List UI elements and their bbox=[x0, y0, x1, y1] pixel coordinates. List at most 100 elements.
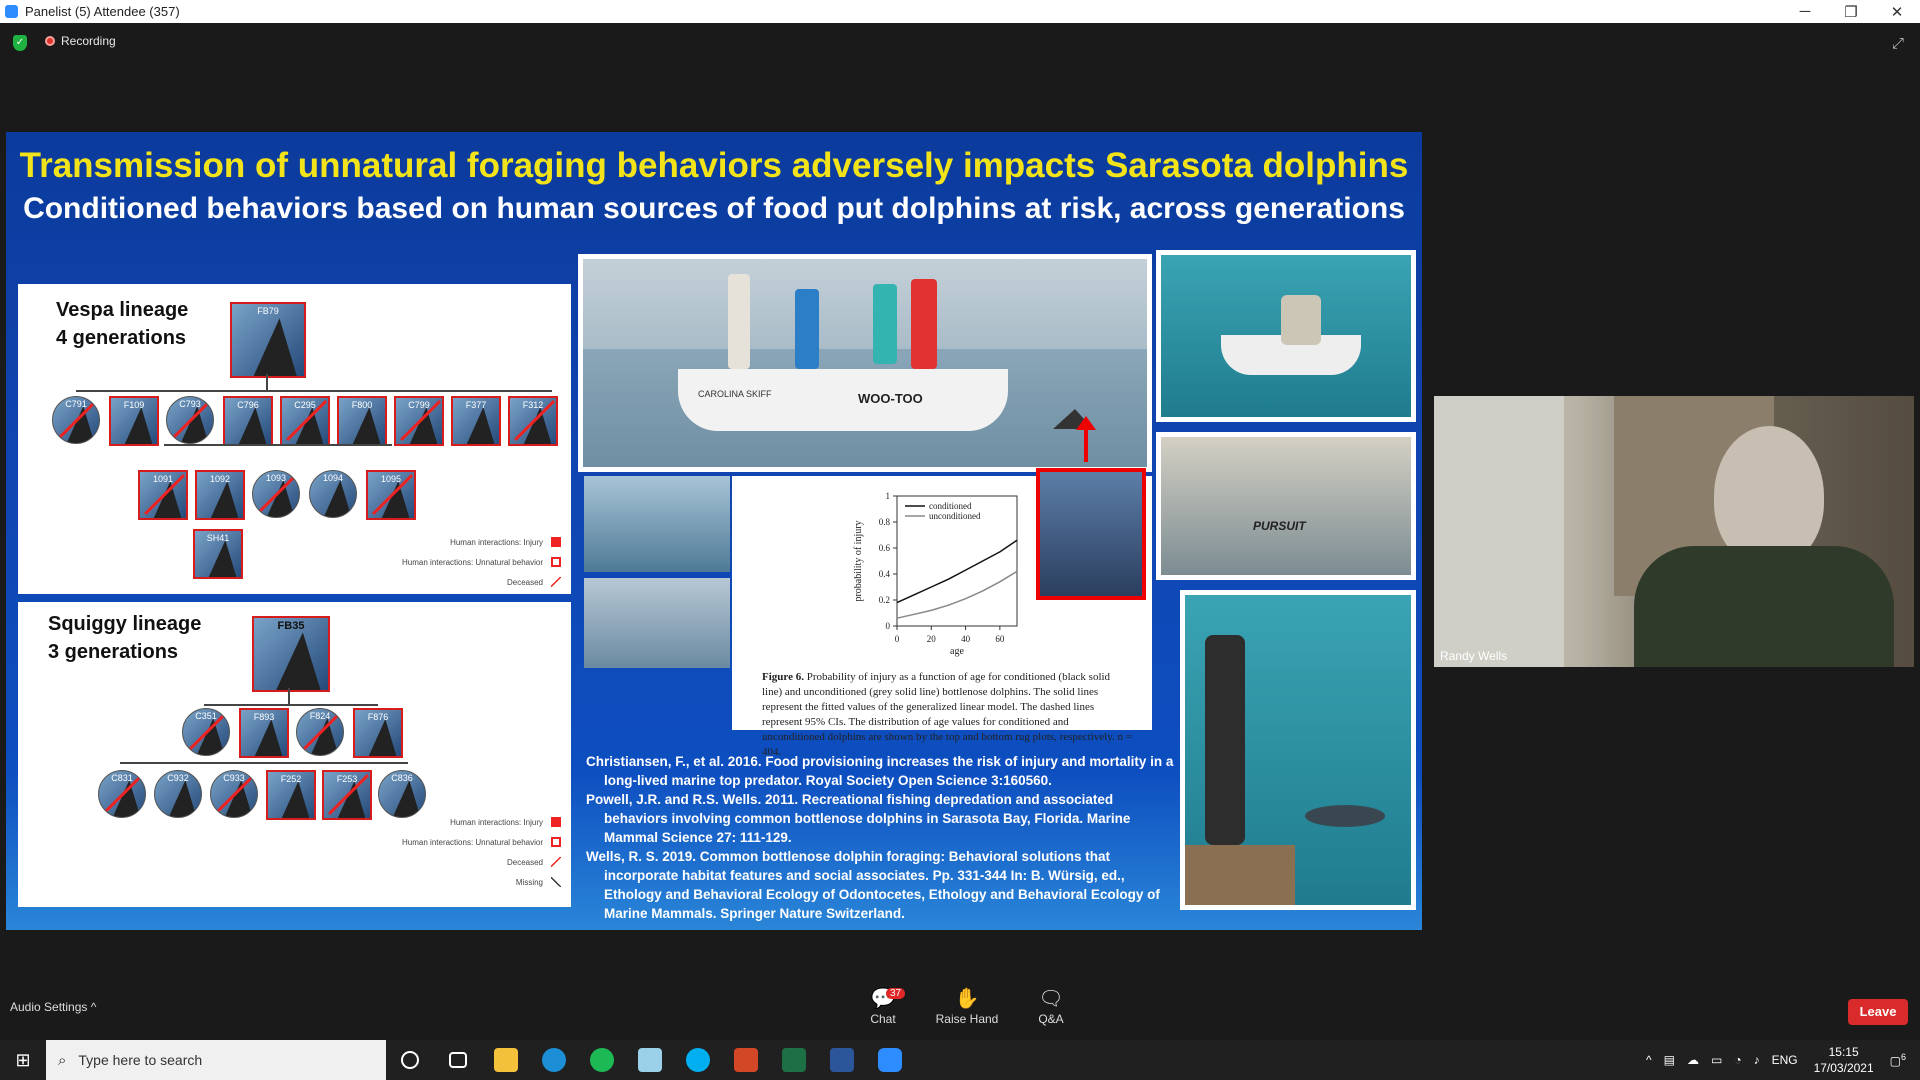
squiggy-legend: Human interactions: Injury Human interac… bbox=[361, 812, 561, 892]
fin-id: C932 bbox=[167, 773, 189, 783]
battery-icon[interactable]: ▭ bbox=[1711, 1053, 1722, 1067]
vespa-legend: Human interactions: Injury Human interac… bbox=[361, 532, 561, 592]
y-tick-label: 0 bbox=[886, 621, 891, 631]
lineage-fin: C351 bbox=[182, 708, 230, 756]
notepad-icon[interactable] bbox=[626, 1040, 674, 1080]
legend-label: Deceased bbox=[506, 577, 543, 587]
fullscreen-expand-icon[interactable]: ⤢ bbox=[1892, 35, 1904, 52]
spotify-icon[interactable] bbox=[578, 1040, 626, 1080]
restore-button[interactable]: ❐ bbox=[1828, 0, 1874, 23]
word-icon[interactable] bbox=[818, 1040, 866, 1080]
participant-video-tile[interactable]: Randy Wells bbox=[1434, 396, 1914, 667]
missing-slash-icon bbox=[551, 877, 561, 887]
taskbar-search-box[interactable]: ⌕ Type here to search bbox=[46, 1040, 386, 1080]
excel-icon[interactable] bbox=[770, 1040, 818, 1080]
wifi-icon[interactable]: ◔ bbox=[1734, 1053, 1741, 1067]
legend-label: conditioned bbox=[929, 501, 972, 511]
legend-item: Deceased bbox=[361, 572, 561, 592]
vespa-gen4-fin: SH41 bbox=[193, 529, 243, 579]
lineage-fin: C836 bbox=[378, 770, 426, 818]
legend-item: Missing bbox=[361, 872, 561, 892]
search-placeholder: Type here to search bbox=[78, 1052, 203, 1068]
onedrive-cloud-icon[interactable]: ☁ bbox=[1687, 1053, 1699, 1067]
tree-connector bbox=[204, 704, 378, 706]
network-icon[interactable]: ▤ bbox=[1664, 1053, 1675, 1067]
lineage-fin: 1092 bbox=[195, 470, 245, 520]
vespa-lineage-panel: Vespa lineage 4 generations FB79 C791 F10… bbox=[18, 284, 571, 594]
deceased-slash-icon bbox=[551, 577, 561, 587]
legend-label: Human interactions: Injury bbox=[450, 537, 543, 547]
chat-button[interactable]: 💬 37 Chat bbox=[848, 986, 918, 1026]
lineage-fin: C796 bbox=[223, 396, 273, 446]
fisherman-figure bbox=[873, 284, 897, 364]
system-tray: ^ ▤ ☁ ▭ ◔ ♪ ENG 15:15 17/03/2021 ▢6 bbox=[1640, 1040, 1920, 1080]
boat-photo-main: CAROLINA SKIFF WOO-TOO bbox=[578, 254, 1152, 472]
skype-icon[interactable] bbox=[674, 1040, 722, 1080]
pursuit-boat-label: PURSUIT bbox=[1253, 519, 1306, 533]
windows-start-icon[interactable]: ⊞ bbox=[0, 1040, 46, 1080]
volume-icon[interactable]: ♪ bbox=[1754, 1053, 1760, 1067]
boat-with-dolphin-photo bbox=[584, 578, 730, 668]
fin-id: F109 bbox=[123, 400, 145, 410]
fin-id: F893 bbox=[253, 712, 275, 722]
x-tick-label: 60 bbox=[995, 634, 1005, 644]
squiggy-title-line2: 3 generations bbox=[48, 641, 179, 663]
legend-label: unconditioned bbox=[929, 511, 981, 521]
squiggy-title-line1: Squiggy lineage bbox=[48, 613, 202, 635]
lineage-fin: 1095 bbox=[366, 470, 416, 520]
fin-id: 1092 bbox=[209, 474, 231, 484]
slide-title: Transmission of unnatural foraging behav… bbox=[19, 146, 1409, 185]
lineage-fin: 1091 bbox=[138, 470, 188, 520]
shared-screen-slide: Transmission of unnatural foraging behav… bbox=[6, 132, 1422, 930]
raise-hand-button[interactable]: ✋ Raise Hand bbox=[932, 986, 1002, 1026]
close-button[interactable]: ✕ bbox=[1874, 0, 1920, 23]
legend-item: Human interactions: Unnatural behavior bbox=[361, 552, 561, 572]
language-indicator[interactable]: ENG bbox=[1772, 1053, 1798, 1067]
fisherman-figure bbox=[911, 279, 937, 369]
notifications-icon[interactable]: ▢6 bbox=[1890, 1052, 1906, 1068]
legend-item: Human interactions: Unnatural behavior bbox=[361, 832, 561, 852]
chevron-up-icon[interactable]: ^ bbox=[1646, 1053, 1652, 1067]
taskbar-clock[interactable]: 15:15 17/03/2021 bbox=[1814, 1044, 1874, 1076]
audio-settings-button[interactable]: Audio Settings ^ bbox=[10, 1000, 96, 1014]
fin-id: 1093 bbox=[265, 473, 287, 483]
series-line-conditioned bbox=[896, 539, 1018, 604]
powerpoint-icon[interactable] bbox=[722, 1040, 770, 1080]
fin-id: 1094 bbox=[322, 473, 344, 483]
fin-id: 1091 bbox=[152, 474, 174, 484]
deceased-slash-icon bbox=[551, 857, 561, 867]
lineage-fin: C933 bbox=[210, 770, 258, 818]
file-explorer-icon[interactable] bbox=[482, 1040, 530, 1080]
x-tick-label: 0 bbox=[895, 634, 900, 644]
leave-button[interactable]: Leave bbox=[1848, 999, 1908, 1025]
edge-browser-icon[interactable] bbox=[530, 1040, 578, 1080]
pursuit-boat-photo: PURSUIT bbox=[1156, 432, 1416, 580]
fin-id: C796 bbox=[237, 400, 259, 410]
chat-label: Chat bbox=[870, 1012, 896, 1026]
task-view-icon[interactable] bbox=[434, 1040, 482, 1080]
fin-id: FB35 bbox=[277, 620, 305, 632]
vespa-title: Vespa lineage 4 generations bbox=[56, 296, 188, 352]
lineage-fin: C791 bbox=[52, 396, 100, 444]
minimize-button[interactable]: ─ bbox=[1782, 0, 1828, 23]
y-axis-label: probability of injury bbox=[853, 520, 864, 601]
participant-shirt bbox=[1634, 546, 1894, 667]
qa-button[interactable]: 🗨 Q&A bbox=[1016, 986, 1086, 1026]
reference-item: Christiansen, F., et al. 2016. Food prov… bbox=[586, 754, 1174, 788]
tree-connector bbox=[288, 688, 290, 704]
security-shield-icon[interactable]: ✓ bbox=[13, 35, 27, 51]
legend-item: Human interactions: Injury bbox=[361, 532, 561, 552]
squiggy-lineage-panel: Squiggy lineage 3 generations FB35 C351 F… bbox=[18, 602, 571, 907]
notification-count: 6 bbox=[1900, 1052, 1906, 1062]
dolphin-beside-boat-photo bbox=[584, 476, 730, 572]
zoom-taskbar-icon[interactable] bbox=[866, 1040, 914, 1080]
clock-date: 17/03/2021 bbox=[1813, 1061, 1874, 1075]
cortana-icon[interactable] bbox=[386, 1040, 434, 1080]
lineage-fin: C793 bbox=[166, 396, 214, 444]
boat-brand-label: CAROLINA SKIFF bbox=[698, 389, 772, 399]
recording-indicator[interactable]: Recording bbox=[45, 34, 116, 48]
fin-id: F312 bbox=[522, 400, 544, 410]
reference-item: Powell, J.R. and R.S. Wells. 2011. Recre… bbox=[586, 792, 1131, 845]
fin-id: SH41 bbox=[206, 533, 230, 543]
window-titlebar: Panelist (5) Attendee (357) ─ ❐ ✕ bbox=[0, 0, 1920, 23]
